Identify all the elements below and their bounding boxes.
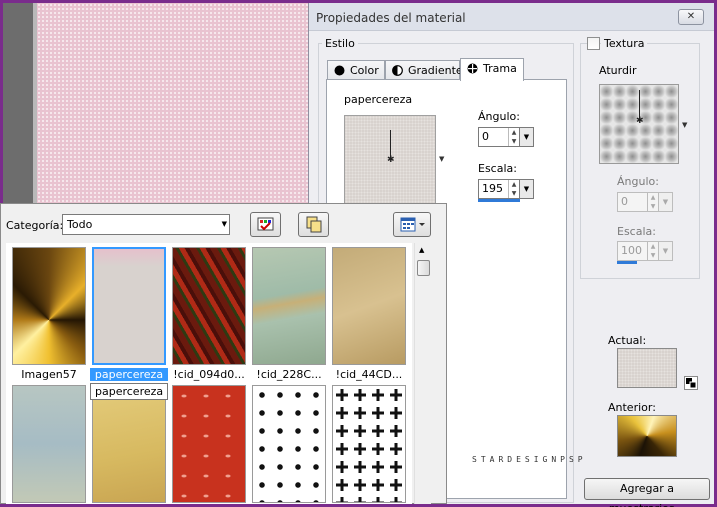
angle-label: Ángulo: bbox=[478, 110, 520, 123]
pattern-tooltip: papercereza bbox=[90, 383, 169, 400]
image-canvas[interactable] bbox=[33, 3, 313, 203]
scale-dropdown-icon[interactable]: ▼ bbox=[519, 180, 533, 198]
pattern-copy-button[interactable] bbox=[298, 212, 329, 237]
palette-check-icon bbox=[257, 217, 274, 231]
anterior-label: Anterior: bbox=[608, 401, 656, 414]
dialog-titlebar[interactable]: Propiedades del material ✕ bbox=[309, 3, 714, 31]
scale-updown-icon[interactable]: ▲ ▼ bbox=[508, 180, 519, 198]
add-to-swatches-button[interactable]: Agregar a muestrarios... bbox=[584, 478, 710, 507]
estilo-label: Estilo bbox=[322, 37, 358, 50]
tab-gradiente[interactable]: Gradiente bbox=[385, 60, 463, 81]
close-icon: ✕ bbox=[686, 11, 696, 22]
canvas-edge bbox=[33, 3, 37, 203]
actual-label: Actual: bbox=[608, 334, 647, 347]
pattern-label-cid-228c: !cid_228C... bbox=[256, 368, 322, 381]
texture-angle-spinner: 0 ▲ ▼ ▼ bbox=[617, 192, 673, 212]
pattern-label-imagen57: Imagen57 bbox=[21, 368, 77, 381]
tab-color-label: Color bbox=[350, 64, 379, 77]
actual-swatch bbox=[617, 348, 677, 388]
half-circle-icon bbox=[392, 65, 403, 76]
texture-scale-spinner: 100 ▲ ▼ ▼ bbox=[617, 241, 673, 261]
pattern-thumb-row2-4[interactable] bbox=[252, 385, 326, 503]
pattern-thumb-imagen57[interactable] bbox=[12, 247, 86, 365]
texture-angle-value: 0 bbox=[621, 195, 628, 208]
scale-label: Escala: bbox=[478, 162, 517, 175]
pattern-label-cid-094d0: !cid_094d0... bbox=[173, 368, 245, 381]
scale-spinner[interactable]: 195 ▲ ▼ ▼ bbox=[478, 179, 534, 199]
aturdir-dropdown-arrow-icon[interactable]: ▼ bbox=[682, 121, 687, 129]
pattern-thumb-row2-1[interactable] bbox=[12, 385, 86, 503]
pattern-thumb-row2-5[interactable] bbox=[332, 385, 406, 503]
pattern-thumb-row2-3[interactable] bbox=[172, 385, 246, 503]
tab-trama-label: Trama bbox=[483, 62, 517, 75]
texture-label: Textura bbox=[601, 37, 648, 50]
pattern-name: papercereza bbox=[344, 93, 413, 106]
swap-colors-button[interactable] bbox=[684, 376, 698, 390]
view-mode-button[interactable] bbox=[393, 212, 431, 237]
filled-circle-icon bbox=[334, 65, 345, 76]
texture-checkbox[interactable] bbox=[587, 37, 600, 50]
pattern-grid-scrollbar[interactable]: ▲ bbox=[414, 243, 431, 504]
tab-color[interactable]: Color bbox=[327, 60, 385, 81]
angle-center-icon: ✱ bbox=[387, 155, 395, 165]
aturdir-label: Aturdir bbox=[599, 64, 637, 77]
texture-scale-dropdown-icon: ▼ bbox=[658, 242, 672, 260]
texture-scale-updown-icon: ▲ ▼ bbox=[647, 242, 658, 260]
aturdir-center-icon: ✱ bbox=[636, 116, 644, 126]
pattern-thumb-row2-2[interactable] bbox=[92, 385, 166, 503]
angle-updown-icon[interactable]: ▲ ▼ bbox=[508, 128, 519, 146]
scroll-thumb[interactable] bbox=[417, 260, 430, 276]
scale-value: 195 bbox=[482, 182, 503, 195]
pattern-thumb-cid-44cd[interactable] bbox=[332, 247, 406, 365]
pattern-icon bbox=[467, 63, 478, 74]
pattern-label-cid-44cd: !cid_44CD... bbox=[335, 368, 403, 381]
pattern-preview[interactable]: ✱ bbox=[344, 115, 436, 205]
angle-spinner[interactable]: 0 ▲ ▼ ▼ bbox=[478, 127, 534, 147]
pattern-grid: Imagen57 papercereza !cid_094d0... !cid_… bbox=[6, 243, 412, 504]
angle-dropdown-icon[interactable]: ▼ bbox=[519, 128, 533, 146]
tab-gradiente-label: Gradiente bbox=[408, 64, 463, 77]
texture-scale-label: Escala: bbox=[617, 225, 656, 238]
texture-scale-value: 100 bbox=[621, 244, 642, 257]
anterior-swatch[interactable] bbox=[617, 415, 677, 457]
texture-scale-slider-bar bbox=[617, 261, 637, 264]
view-grid-icon bbox=[400, 217, 425, 232]
tab-trama[interactable]: Trama bbox=[460, 58, 524, 81]
texture-angle-label: Ángulo: bbox=[617, 175, 659, 188]
scale-slider-bar[interactable] bbox=[478, 199, 520, 202]
swap-icon bbox=[686, 378, 697, 389]
dialog-title: Propiedades del material bbox=[316, 11, 466, 25]
aturdir-preview[interactable]: ✱ bbox=[599, 84, 679, 164]
texture-angle-dropdown-icon: ▼ bbox=[658, 193, 672, 211]
category-select[interactable]: Todo ▼ bbox=[62, 214, 230, 235]
angle-value: 0 bbox=[482, 130, 489, 143]
category-dropdown-icon: ▼ bbox=[221, 220, 227, 228]
pattern-thumb-papercereza[interactable] bbox=[92, 247, 166, 365]
pattern-thumb-cid-228c[interactable] bbox=[252, 247, 326, 365]
category-label: Categoría: bbox=[6, 219, 64, 232]
watermark-text: STARDESIGNPSP bbox=[472, 455, 587, 464]
pattern-thumb-cid-094d0[interactable] bbox=[172, 247, 246, 365]
category-value: Todo bbox=[67, 218, 93, 231]
plus-pattern-icon bbox=[333, 386, 405, 502]
pattern-add-button[interactable] bbox=[250, 212, 281, 237]
scroll-up-icon[interactable]: ▲ bbox=[419, 246, 424, 254]
canvas-margin bbox=[3, 3, 33, 203]
close-button[interactable]: ✕ bbox=[678, 9, 704, 25]
pattern-dropdown-arrow-icon[interactable]: ▼ bbox=[439, 155, 444, 163]
pattern-label-papercereza: papercereza bbox=[90, 368, 168, 381]
texture-angle-updown-icon: ▲ ▼ bbox=[647, 193, 658, 211]
copy-pages-icon bbox=[306, 216, 322, 233]
